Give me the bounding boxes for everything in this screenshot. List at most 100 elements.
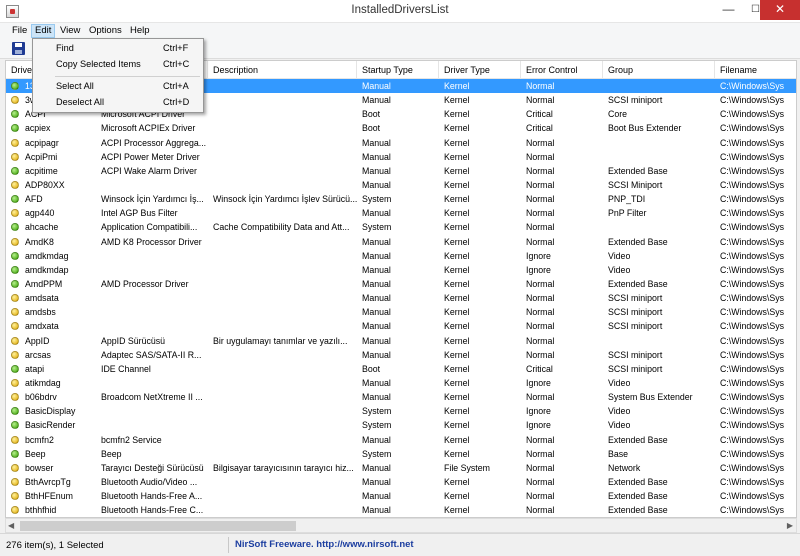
menu-edit[interactable]: Edit — [31, 24, 56, 38]
menu-view[interactable]: View — [57, 24, 83, 38]
table-row[interactable]: Beep Beep System Kernel Normal Base C:\Windows… — [6, 447, 796, 461]
table-cell: acpiex — [25, 123, 51, 134]
table-row[interactable]: amdsbs Manual Kernel Normal SCSI miniport C:\… — [6, 305, 796, 319]
table-cell: Manual — [362, 491, 391, 502]
col-driver-type[interactable]: Driver Type — [439, 61, 521, 79]
menu-bar: File Edit View Options Help — [0, 23, 800, 39]
table-row[interactable]: acpiex Microsoft ACPIEx Driver Boot Kernel C… — [6, 121, 796, 135]
table-cell: Kernel — [444, 264, 470, 275]
table-cell: C:\Windows\Sys — [720, 392, 785, 403]
table-cell: Kernel — [444, 377, 470, 388]
table-cell: C:\Windows\Sys — [720, 278, 785, 289]
table-cell: System — [362, 420, 392, 431]
table-cell: C:\Windows\Sys — [720, 321, 785, 332]
table-row[interactable]: amdkmdag Manual Kernel Ignore Video C:\Window… — [6, 249, 796, 263]
table-cell: Normal — [526, 165, 555, 176]
nirsoft-link[interactable]: NirSoft Freeware. http://www.nirsoft.net — [235, 539, 414, 550]
table-cell: Kernel — [444, 151, 470, 162]
menu-select-all-label: Select All — [56, 81, 94, 91]
col-group[interactable]: Group — [603, 61, 715, 79]
table-row[interactable]: BasicDisplay System Kernel Ignore Video C:\Wi… — [6, 404, 796, 418]
table-row[interactable]: atikmdag Manual Kernel Ignore Video C:\Window… — [6, 376, 796, 390]
close-button[interactable]: ✕ — [760, 0, 800, 20]
table-row[interactable]: AcpiPmi ACPI Power Meter Driver Manual Kern… — [6, 150, 796, 164]
table-row[interactable]: acpipagr ACPI Processor Aggrega... Manual K… — [6, 136, 796, 150]
table-cell: C:\Windows\Sys — [720, 377, 785, 388]
table-cell: System Bus Extender — [608, 392, 693, 403]
table-cell: AmdPPM — [25, 278, 63, 289]
table-row[interactable]: AmdK8 AMD K8 Processor Driver Manual Kernel… — [6, 235, 796, 249]
table-cell: Boot Bus Extender — [608, 123, 682, 134]
table-cell: Critical — [526, 123, 553, 134]
table-cell — [208, 475, 357, 489]
table-cell: C:\Windows\Sys — [720, 95, 785, 106]
scroll-left-arrow-icon[interactable]: ◀ — [8, 521, 14, 530]
table-cell: Kernel — [444, 420, 470, 431]
table-row[interactable]: b06bdrv Broadcom NetXtreme II ... Manual Ke… — [6, 390, 796, 404]
table-cell — [208, 150, 357, 164]
scroll-thumb[interactable] — [20, 521, 296, 531]
table-row[interactable]: agp440 Intel AGP Bus Filter Manual Kernel No… — [6, 206, 796, 220]
table-cell: C:\Windows\Sys — [720, 293, 785, 304]
table-cell: Ignore — [526, 406, 551, 417]
title-bar: InstalledDriversList — ☐ ✕ — [0, 0, 800, 23]
table-row[interactable]: amdkmdap Manual Kernel Ignore Video C:\Window… — [6, 263, 796, 277]
col-error-control[interactable]: Error Control — [521, 61, 603, 79]
menu-deselect-all[interactable]: Deselect All Ctrl+D — [33, 94, 203, 110]
status-divider — [228, 537, 229, 553]
table-row[interactable]: ahcache Application Compatibili... Cache C… — [6, 220, 796, 234]
table-cell — [208, 277, 357, 291]
table-cell: ahcache — [25, 222, 59, 233]
table-cell: C:\Windows\Sys — [720, 236, 785, 247]
scroll-right-arrow-icon[interactable]: ▶ — [787, 521, 793, 530]
table-cell: AMD Processor Driver — [101, 278, 189, 289]
table-cell: Normal — [526, 307, 555, 318]
menu-select-all[interactable]: Select All Ctrl+A — [33, 78, 203, 94]
table-cell: Normal — [526, 491, 555, 502]
table-cell: ACPI Wake Alarm Driver — [101, 165, 197, 176]
table-row[interactable]: AFD Winsock İçin Yardımcı İş... Winsock İç… — [6, 192, 796, 206]
table-row[interactable]: ADP80XX Manual Kernel Normal SCSI Miniport C:… — [6, 178, 796, 192]
table-row[interactable]: arcsas Adaptec SAS/SATA-II R... Manual Kern… — [6, 348, 796, 362]
col-description[interactable]: Description — [208, 61, 357, 79]
minimize-button[interactable]: — — [715, 0, 742, 20]
table-cell — [208, 503, 357, 517]
table-cell: Normal — [526, 392, 555, 403]
table-cell: Kernel — [444, 278, 470, 289]
table-row[interactable]: BthHFEnum Bluetooth Hands-Free A... Manual… — [6, 489, 796, 503]
table-cell — [96, 319, 208, 333]
table-row[interactable]: amdsata Manual Kernel Normal SCSI miniport C:… — [6, 291, 796, 305]
horizontal-scrollbar[interactable]: ◀ ▶ — [5, 518, 797, 533]
table-cell: Kernel — [444, 491, 470, 502]
table-cell: Kernel — [444, 222, 470, 233]
table-cell: Normal — [526, 505, 555, 516]
menu-options[interactable]: Options — [86, 24, 125, 38]
table-row[interactable]: acpitime ACPI Wake Alarm Driver Manual Kern… — [6, 164, 796, 178]
table-cell: Video — [608, 250, 631, 261]
table-cell: Manual — [362, 250, 391, 261]
table-row[interactable]: bthhfhid Bluetooth Hands-Free C... Manual K… — [6, 503, 796, 517]
table-cell: Video — [608, 406, 631, 417]
menu-file[interactable]: File — [9, 24, 30, 38]
col-startup-type[interactable]: Startup Type — [357, 61, 439, 79]
table-cell: C:\Windows\Sys — [720, 448, 785, 459]
table-row[interactable]: BasicRender System Kernel Ignore Video C:\Win… — [6, 418, 796, 432]
drivers-list[interactable]: Driver Description Startup Type Driver T… — [5, 60, 797, 518]
table-row[interactable]: AppID AppID Sürücüsü Bir uygulamayı tanıml… — [6, 334, 796, 348]
table-row[interactable]: amdxata Manual Kernel Normal SCSI miniport C:… — [6, 319, 796, 333]
menu-find[interactable]: Find Ctrl+F — [33, 40, 203, 56]
table-cell: Normal — [526, 476, 555, 487]
table-row[interactable]: bowser Tarayıcı Desteği Sürücüsü Bilgisaya… — [6, 461, 796, 475]
menu-help[interactable]: Help — [127, 24, 153, 38]
table-row[interactable]: BthAvrcpTg Bluetooth Audio/Video ... Manua… — [6, 475, 796, 489]
col-filename[interactable]: Filename — [715, 61, 796, 79]
table-cell: Kernel — [444, 476, 470, 487]
menu-deselect-all-shortcut: Ctrl+D — [163, 97, 190, 107]
table-row[interactable]: bcmfn2 bcmfn2 Service Manual Kernel Normal Ex… — [6, 433, 796, 447]
table-row[interactable]: atapi IDE Channel Boot Kernel Critical SCSI m… — [6, 362, 796, 376]
table-cell — [208, 136, 357, 150]
menu-copy-selected[interactable]: Copy Selected Items Ctrl+C — [33, 56, 203, 72]
table-cell: Extended Base — [608, 278, 668, 289]
save-icon[interactable] — [12, 42, 25, 55]
table-row[interactable]: AmdPPM AMD Processor Driver Manual Kernel No… — [6, 277, 796, 291]
